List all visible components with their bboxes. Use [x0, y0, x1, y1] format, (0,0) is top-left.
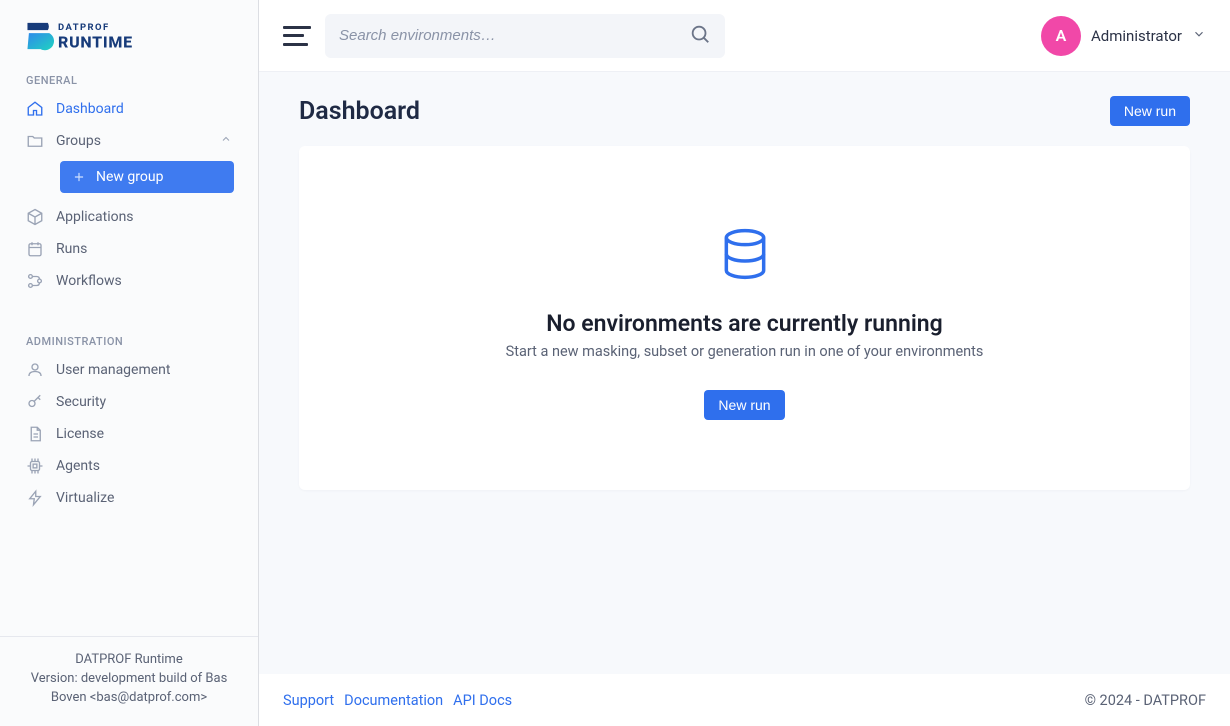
home-icon	[26, 100, 44, 118]
footer-link-api-docs[interactable]: API Docs	[453, 692, 512, 709]
key-icon	[26, 393, 44, 411]
sidebar-item-license[interactable]: License	[0, 418, 258, 450]
search-icon[interactable]	[689, 23, 711, 49]
sidebar-footer-version: Version: development build of Bas Boven …	[20, 670, 238, 708]
sidebar-item-applications[interactable]: Applications	[0, 201, 258, 233]
sidebar-item-label: Workflows	[56, 273, 122, 289]
avatar: A	[1041, 16, 1081, 56]
sidebar-item-label: Runs	[56, 241, 87, 257]
logo-bottom-text: RUNTIME	[58, 33, 133, 52]
plus-icon	[72, 170, 86, 184]
database-icon	[717, 226, 773, 286]
sidebar-item-label: License	[56, 426, 104, 442]
document-icon	[26, 425, 44, 443]
empty-state-card: No environments are currently running St…	[299, 146, 1190, 490]
section-label-general: GENERAL	[0, 64, 258, 93]
sidebar-item-label: Agents	[56, 458, 100, 474]
bolt-icon	[26, 489, 44, 507]
page-title: Dashboard	[299, 97, 420, 126]
new-run-button-card[interactable]: New run	[704, 390, 784, 420]
folder-icon	[26, 132, 44, 150]
sidebar-footer: DATPROF Runtime Version: development bui…	[0, 636, 258, 726]
search-input[interactable]	[339, 27, 689, 44]
sidebar-item-label: User management	[56, 362, 170, 378]
logo-top-text: DATPROF	[58, 22, 110, 33]
footer: Support Documentation API Docs © 2024 - …	[259, 674, 1230, 726]
empty-state-subtitle: Start a new masking, subset or generatio…	[506, 343, 984, 360]
user-name: Administrator	[1091, 27, 1182, 45]
sidebar-item-virtualize[interactable]: Virtualize	[0, 482, 258, 514]
new-run-button[interactable]: New run	[1110, 96, 1190, 126]
calendar-icon	[26, 240, 44, 258]
sidebar-item-user-management[interactable]: User management	[0, 354, 258, 386]
sidebar-item-label: Security	[56, 394, 106, 410]
section-label-admin: ADMINISTRATION	[0, 325, 258, 354]
sidebar-item-dashboard[interactable]: Dashboard	[0, 93, 258, 125]
package-icon	[26, 208, 44, 226]
sidebar-item-label: Virtualize	[56, 490, 114, 506]
cpu-icon	[26, 457, 44, 475]
footer-link-documentation[interactable]: Documentation	[344, 692, 443, 709]
sidebar-item-label: Applications	[56, 209, 134, 225]
main: A Administrator Dashboard New run No env…	[259, 0, 1230, 726]
content-area: Dashboard New run No environments are cu…	[259, 72, 1230, 674]
sidebar-item-label: Groups	[56, 133, 101, 149]
new-group-label: New group	[96, 169, 163, 185]
sidebar-item-agents[interactable]: Agents	[0, 450, 258, 482]
menu-toggle-button[interactable]	[283, 26, 311, 46]
workflow-icon	[26, 272, 44, 290]
user-menu[interactable]: A Administrator	[1041, 16, 1206, 56]
user-icon	[26, 361, 44, 379]
datprof-runtime-logo-icon: DATPROF RUNTIME	[26, 18, 186, 54]
sidebar-item-groups[interactable]: Groups	[0, 125, 258, 157]
empty-state-title: No environments are currently running	[546, 310, 942, 337]
sidebar-footer-title: DATPROF Runtime	[20, 651, 238, 670]
footer-copyright: © 2024 - DATPROF	[1085, 692, 1206, 709]
chevron-up-icon	[220, 133, 232, 149]
search-box[interactable]	[325, 14, 725, 58]
footer-link-support[interactable]: Support	[283, 692, 334, 709]
new-group-button[interactable]: New group	[60, 161, 234, 193]
sidebar-item-workflows[interactable]: Workflows	[0, 265, 258, 297]
sidebar-item-label: Dashboard	[56, 101, 124, 117]
chevron-down-icon	[1192, 27, 1206, 45]
topbar: A Administrator	[259, 0, 1230, 72]
sidebar-scroll: DATPROF RUNTIME GENERAL Dashboard Groups…	[0, 0, 258, 636]
logo[interactable]: DATPROF RUNTIME	[0, 0, 258, 64]
page-header: Dashboard New run	[299, 96, 1190, 126]
sidebar: DATPROF RUNTIME GENERAL Dashboard Groups…	[0, 0, 259, 726]
sidebar-item-runs[interactable]: Runs	[0, 233, 258, 265]
sidebar-item-security[interactable]: Security	[0, 386, 258, 418]
